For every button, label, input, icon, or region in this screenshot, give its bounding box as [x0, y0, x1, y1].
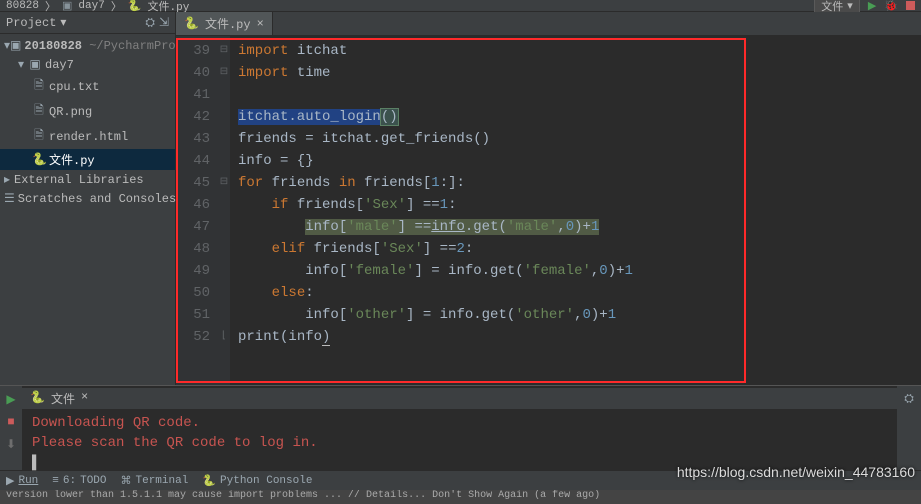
chevron-down-icon: ▾ [18, 57, 28, 72]
hint-bar: version lower than 1.5.1.1 may cause imp… [0, 490, 921, 504]
console-cursor: ▌ [32, 453, 887, 473]
run-icon: ▶ [6, 474, 14, 488]
fold-end-icon[interactable]: ⌊ [218, 326, 230, 348]
project-path [82, 39, 89, 53]
todo-count: 6: [63, 475, 76, 487]
down-button[interactable]: ⬇ [6, 437, 16, 452]
run-tool-button[interactable]: ▶ Run [6, 474, 38, 488]
project-tool-window: Project ▾ ⛭ ⇲ ▾ ▣ 20180828 ~/PycharmProj… [0, 12, 176, 385]
project-name: 20180828 [24, 39, 82, 53]
file-label: QR.png [49, 105, 92, 119]
scratches-icon: ☰ [4, 191, 15, 206]
python-file-icon: 🐍 [32, 152, 46, 167]
file-label: 文件.py [49, 151, 95, 168]
run-tab[interactable]: 🐍 文件 × [22, 388, 897, 409]
python-file-icon: 🐍 [128, 0, 142, 13]
chevron-down-icon: ▾ [847, 0, 853, 13]
folder-icon: ▣ [62, 0, 72, 13]
breadcrumb-item[interactable]: day7 [78, 0, 104, 12]
project-title: Project [6, 16, 56, 30]
top-toolbar: 80828 〉 ▣ day7 〉 🐍 文件.py 文件 ▾ ▶ 🐞 [0, 0, 921, 12]
stop-button[interactable] [906, 1, 915, 10]
terminal-icon: ⌘ [121, 474, 132, 488]
project-icon: ▣ [10, 38, 21, 53]
console-output[interactable]: Downloading QR code. Please scan the QR … [22, 409, 897, 477]
run-button[interactable]: ▶ [868, 0, 876, 13]
editor-tab[interactable]: 🐍 文件.py × [176, 12, 273, 35]
terminal-label: Terminal [136, 475, 189, 487]
run-label: Run [18, 475, 38, 487]
external-libraries-label: External Libraries [14, 173, 144, 187]
python-file-icon: 🐍 [184, 16, 199, 31]
chevron-down-icon[interactable]: ▾ [60, 15, 66, 30]
scratches-label: Scratches and Consoles [18, 192, 176, 206]
stop-button[interactable]: ■ [7, 415, 14, 429]
console-line: Downloading QR code. [32, 413, 887, 433]
gutter: 39 40 41 42 43 44 45 46 47 48 49 50 51 5… [176, 36, 218, 385]
todo-label: TODO [80, 475, 106, 487]
tree-file[interactable]: 🗎 cpu.txt [0, 74, 175, 99]
python-console-label: Python Console [220, 475, 312, 487]
close-icon[interactable]: × [81, 390, 88, 407]
text-file-icon: 🗎 [32, 76, 46, 97]
tree-file[interactable]: 🗎 render.html [0, 124, 175, 149]
breadcrumb-item[interactable]: 80828 [6, 0, 39, 12]
tree-root[interactable]: ▾ ▣ 20180828 ~/PycharmProjects [0, 36, 175, 55]
close-icon[interactable]: × [257, 17, 264, 31]
tab-label: 文件.py [205, 15, 251, 32]
python-file-icon: 🐍 [30, 390, 45, 407]
tree-external-libraries[interactable]: ▸ External Libraries [0, 170, 175, 189]
debug-button[interactable]: 🐞 [884, 0, 898, 13]
code-editor[interactable]: 39 40 41 42 43 44 45 46 47 48 49 50 51 5… [176, 36, 921, 385]
fold-column: ⊟ ⊟ ⊟ ⌊ [218, 36, 230, 385]
gear-icon[interactable]: ⛭ [904, 392, 914, 406]
fold-icon[interactable]: ⊟ [218, 62, 230, 84]
rerun-button[interactable]: ▶ [6, 392, 15, 407]
tree-file-active[interactable]: 🐍 文件.py [0, 149, 175, 170]
file-label: cpu.txt [49, 80, 99, 94]
terminal-tool-button[interactable]: ⌘ Terminal [121, 474, 189, 488]
tree-scratches[interactable]: ☰ Scratches and Consoles [0, 189, 175, 208]
editor-tabs: 🐍 文件.py × [176, 12, 921, 36]
tree-folder[interactable]: ▾ ▣ day7 [0, 55, 175, 74]
folder-label: day7 [45, 58, 74, 72]
run-tool-window: ▶ ■ ⬇ 🐍 文件 × Downloading QR code. Please… [0, 385, 921, 470]
file-label: render.html [49, 130, 128, 144]
console-toolbar: ▶ ■ ⬇ [0, 386, 22, 470]
editor-area: 🐍 文件.py × 39 40 41 42 43 44 45 46 47 48 … [176, 12, 921, 385]
run-tab-label: 文件 [51, 390, 75, 407]
folder-icon: ▣ [28, 57, 42, 72]
fold-icon[interactable]: ⊟ [218, 172, 230, 194]
python-console-tool-button[interactable]: 🐍 Python Console [202, 474, 312, 488]
project-tree: ▾ ▣ 20180828 ~/PycharmProjects ▾ ▣ day7 … [0, 34, 175, 210]
gear-icon[interactable]: ⛭ [145, 16, 155, 30]
python-icon: 🐍 [202, 474, 216, 488]
collapse-icon[interactable]: ⇲ [159, 15, 169, 30]
fold-icon[interactable]: ⊟ [218, 40, 230, 62]
todo-icon: ≡ [52, 475, 59, 487]
chevron-right-icon: ▸ [4, 172, 14, 187]
console-line: Please scan the QR code to log in. [32, 433, 887, 453]
tree-file[interactable]: 🗎 QR.png [0, 99, 175, 124]
todo-tool-button[interactable]: ≡ 6: TODO [52, 475, 106, 487]
code-content[interactable]: import itchat import time itchat.auto_lo… [230, 36, 921, 385]
image-file-icon: 🗎 [32, 101, 46, 122]
html-file-icon: 🗎 [32, 126, 46, 147]
